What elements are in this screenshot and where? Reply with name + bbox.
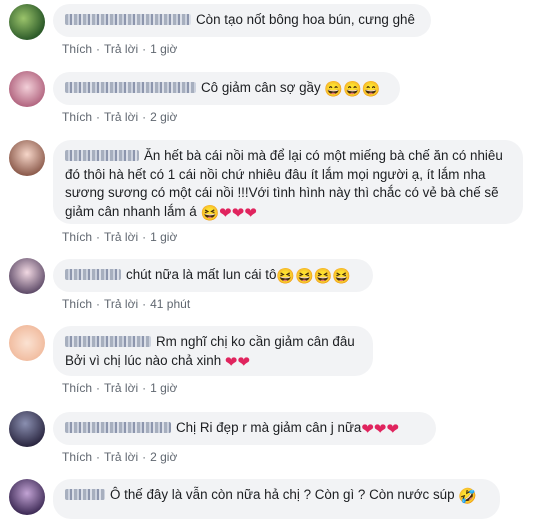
- commenter-name[interactable]: [65, 269, 121, 280]
- comment-text: Cô giảm cân sợ gầy: [201, 80, 321, 95]
- comment-actions: Thích · Trả lời · 2 giờ: [62, 110, 178, 124]
- reply-link[interactable]: Trả lời: [104, 42, 138, 56]
- comment-text: Còn tạo nốt bông hoa bún, cưng ghê: [196, 12, 415, 27]
- reply-link[interactable]: Trả lời: [104, 230, 138, 244]
- comment-actions: Thích · Trả lời · 1 giờ: [62, 42, 178, 56]
- comment-bubble: Còn tạo nốt bông hoa bún, cưng ghê: [53, 4, 431, 37]
- commenter-name[interactable]: [65, 14, 191, 25]
- commenter-name[interactable]: [65, 82, 196, 93]
- comment-bubble: chút nữa là mất lun cái tô😆😆😆😆: [53, 259, 373, 292]
- reply-link[interactable]: Trả lời: [104, 110, 138, 124]
- commenter-name[interactable]: [65, 336, 151, 347]
- avatar[interactable]: [9, 479, 45, 515]
- like-link[interactable]: Thích: [62, 381, 92, 395]
- comment-time[interactable]: 2 giờ: [150, 110, 177, 124]
- rofl-emoji-icon: 🤣: [458, 488, 477, 505]
- commenter-name[interactable]: [65, 422, 171, 433]
- like-link[interactable]: Thích: [62, 230, 92, 244]
- comment-text: chút nữa là mất lun cái tô: [126, 267, 277, 282]
- comment-actions: Thích · Trả lời · 2 giờ: [62, 450, 178, 464]
- commenter-name[interactable]: [65, 489, 105, 500]
- comment-actions: Thích · Trả lời · 1 giờ: [62, 381, 178, 395]
- comment-bubble: Rm nghĩ chị ko cần giảm cân đâu Bởi vì c…: [53, 326, 373, 376]
- avatar[interactable]: [9, 325, 45, 361]
- avatar[interactable]: [9, 4, 45, 40]
- reply-link[interactable]: Trả lời: [104, 450, 138, 464]
- comment-bubble: Ô thế đây là vẫn còn nữa hả chị ? Còn gì…: [53, 479, 500, 519]
- comment-bubble: Chị Ri đẹp r mà giảm cân j nữa❤❤❤: [53, 412, 436, 445]
- heart-emoji-icon: 😆❤❤❤: [200, 204, 257, 222]
- like-link[interactable]: Thích: [62, 110, 92, 124]
- like-link[interactable]: Thích: [62, 297, 92, 311]
- like-link[interactable]: Thích: [62, 42, 92, 56]
- reply-link[interactable]: Trả lời: [104, 381, 138, 395]
- avatar[interactable]: [9, 71, 45, 107]
- comment-bubble: Ăn hết bà cái nồi mà để lại có một miếng…: [53, 140, 523, 224]
- reply-link[interactable]: Trả lời: [104, 297, 138, 311]
- comment-actions: Thích · Trả lời · 1 giờ: [62, 230, 178, 244]
- comment-time[interactable]: 2 giờ: [150, 450, 177, 464]
- laughing-emoji-icon: 😄😄😄: [324, 81, 381, 98]
- comment-text: Chị Ri đẹp r mà giảm cân j nữa: [176, 420, 362, 435]
- avatar[interactable]: [9, 411, 45, 447]
- commenter-name[interactable]: [65, 150, 139, 161]
- comment-text: Ô thế đây là vẫn còn nữa hả chị ? Còn gì…: [110, 487, 455, 502]
- laughing-emoji-icon: 😆😆😆😆: [276, 268, 352, 285]
- comment-time[interactable]: 1 giờ: [150, 42, 177, 56]
- avatar[interactable]: [9, 258, 45, 294]
- comment-time[interactable]: 41 phút: [150, 297, 190, 311]
- comment-time[interactable]: 1 giờ: [150, 381, 177, 395]
- like-link[interactable]: Thích: [62, 450, 92, 464]
- comment-time[interactable]: 1 giờ: [150, 230, 177, 244]
- comment-actions: Thích · Trả lời · 41 phút: [62, 297, 191, 311]
- heart-emoji-icon: ❤❤❤: [361, 421, 400, 438]
- avatar[interactable]: [9, 140, 45, 176]
- heart-emoji-icon: ❤❤: [224, 353, 251, 371]
- comment-bubble: Cô giảm cân sợ gầy 😄😄😄: [53, 72, 400, 105]
